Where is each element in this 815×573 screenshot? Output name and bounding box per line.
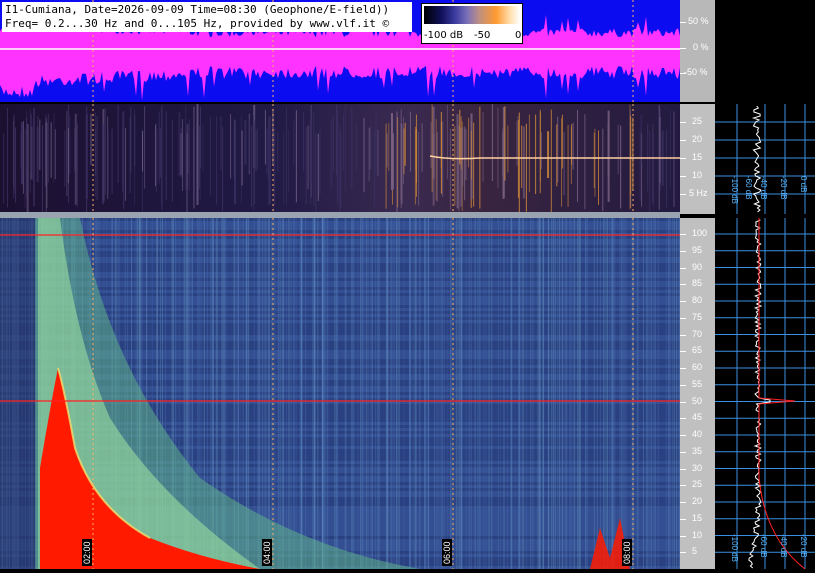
spectrogram-low: [0, 104, 680, 214]
main-tick-label: 65: [692, 345, 703, 356]
main-tick-label: 50: [692, 395, 703, 406]
time-label-0600: 06:00: [442, 539, 452, 566]
main-tick-label: 15: [692, 512, 703, 523]
colorbar: -100 dB -50 0: [421, 3, 523, 44]
main-tick-mark: [680, 284, 686, 286]
time-label-0400: 04:00: [262, 539, 272, 566]
spectrogram-low-plot: [3, 104, 680, 214]
low-tick-15: 15: [692, 152, 703, 162]
main-tick-mark: [680, 502, 686, 503]
low-tick-25: 25: [692, 116, 703, 126]
prof1-label-4: -20 dB: [779, 176, 788, 200]
header-line-1: I1-Cumiana, Date=2026-09-09 Time=08:30 (…: [5, 3, 390, 16]
main-tick-mark: [680, 518, 686, 520]
wave-tick-50: 50 %: [688, 16, 709, 26]
main-tick-mark: [680, 334, 686, 336]
low-tick-5: 5 Hz: [689, 188, 708, 198]
main-tick-mark: [680, 451, 686, 453]
prof2-label-1: -100 dB: [730, 534, 739, 563]
header-label: I1-Cumiana, Date=2026-09-09 Time=08:30 (…: [2, 2, 412, 32]
main-tick-mark: [680, 317, 686, 319]
main-tick-mark: [680, 301, 686, 302]
main-tick-label: 25: [692, 479, 703, 490]
main-tick-label: 90: [692, 261, 703, 272]
spectrogram-main-shade: [0, 218, 35, 569]
colorbar-label-mid: -50: [474, 30, 491, 41]
wave-tick-neg50: -50 %: [684, 67, 708, 77]
spectrogram-main-plot: [0, 218, 680, 569]
main-tick-mark: [680, 234, 686, 235]
profile-main-plot: [715, 218, 815, 570]
main-tick-mark: [680, 401, 686, 403]
spectrogram-low-axis: 25 20 15 10 5 Hz: [680, 104, 715, 214]
main-tick-mark: [680, 468, 686, 470]
header-line-2: Freq= 0.2...30 Hz and 0...105 Hz, provid…: [5, 17, 390, 30]
main-tick-label: 60: [692, 362, 703, 372]
main-tick-label: 100: [692, 228, 708, 238]
main-tick-label: 80: [692, 295, 703, 305]
main-tick-label: 95: [692, 244, 703, 255]
waveform-axis: 50 % 0 % -50 %: [680, 0, 715, 102]
main-tick-mark: [680, 418, 686, 420]
main-tick-mark: [680, 267, 686, 269]
main-tick-mark: [680, 351, 686, 353]
main-tick-label: 10: [692, 529, 703, 540]
main-tick-label: 35: [692, 445, 703, 456]
wave-tick-0: 0 %: [693, 42, 709, 52]
spectrogram-main: [0, 218, 680, 569]
main-tick-label: 85: [692, 278, 703, 289]
main-tick-label: 70: [692, 328, 703, 339]
spectrogram-low-line: [429, 155, 680, 160]
prof1-label-3: -40 dB: [759, 176, 768, 200]
main-tick-label: 40: [692, 429, 703, 439]
main-tick-label: 30: [692, 462, 703, 473]
colorbar-label-max: 0: [515, 30, 522, 41]
main-tick-mark: [680, 250, 686, 252]
prof1-label-1: -100 dB: [730, 176, 739, 205]
prof1-label-2: -60 dB: [744, 176, 753, 200]
main-tick-label: 75: [692, 311, 703, 322]
top-right-blank: [715, 0, 815, 102]
main-tick-label: 20: [692, 496, 703, 506]
prof2-label-2: -60 dB: [759, 534, 768, 558]
profile-low: -100 dB -60 dB -40 dB -20 dB 0 dB: [715, 104, 815, 214]
colorbar-gradient: [424, 6, 520, 24]
main-tick-mark: [680, 485, 686, 487]
profile-main: -100 dB -60 dB -40 dB -20 dB: [715, 218, 815, 570]
spectrogram-main-axis: 100 95 90 85 80 75 70 65 60 55 50 45 40 35 30 25 20 15 10 5: [680, 218, 715, 569]
main-tick-label: 55: [692, 378, 703, 389]
main-tick-label: 45: [692, 412, 703, 423]
low-tick-10: 10: [692, 170, 703, 180]
prof2-label-3: -40 dB: [779, 534, 788, 558]
main-tick-mark: [680, 384, 686, 386]
profile-main-trace-red: [758, 218, 806, 570]
prof2-label-4: -20 dB: [799, 534, 808, 558]
main-tick-mark: [680, 552, 686, 554]
colorbar-label-min: -100 dB: [424, 30, 464, 41]
time-label-0200: 02:00: [82, 539, 92, 566]
low-tick-20: 20: [692, 134, 703, 144]
main-tick-mark: [680, 535, 686, 537]
prof1-label-5: 0 dB: [799, 176, 808, 193]
main-tick-mark: [680, 368, 686, 369]
main-tick-label: 5: [692, 546, 698, 557]
time-label-0800: 08:00: [622, 539, 632, 566]
main-tick-mark: [680, 435, 686, 436]
